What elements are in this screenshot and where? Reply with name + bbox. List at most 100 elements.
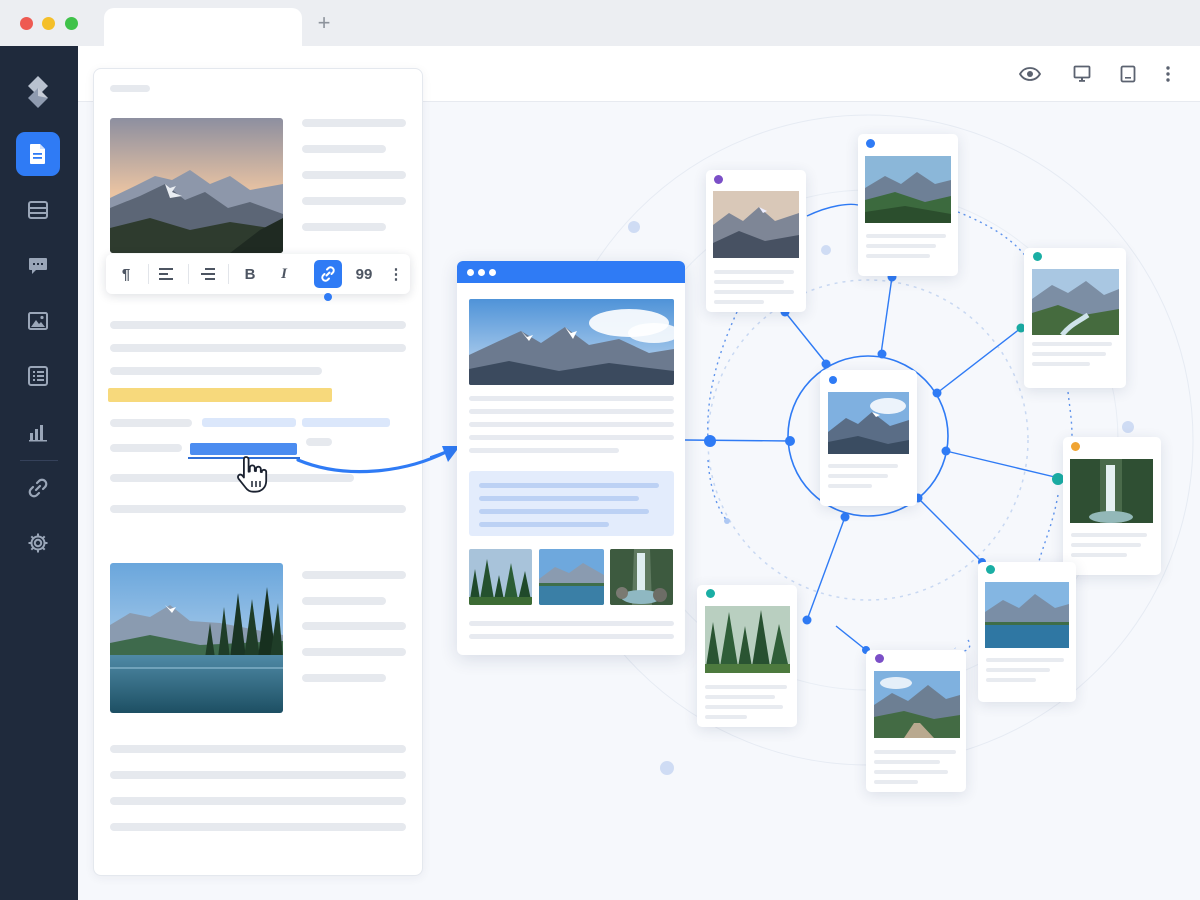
text-line [1071, 553, 1127, 557]
align-left-button[interactable] [152, 260, 180, 288]
text-line [705, 685, 787, 689]
text-line [110, 771, 406, 779]
node-card-center[interactable] [820, 370, 917, 506]
node-card[interactable] [697, 585, 797, 727]
preview-title-bar [457, 261, 685, 283]
italic-button[interactable]: I [270, 260, 298, 288]
format-toolbar: ¶ B I 99 ⋮ [106, 254, 410, 294]
tablet-view-button[interactable] [1114, 60, 1142, 88]
text-line [986, 658, 1064, 662]
new-tab-button[interactable]: + [313, 10, 335, 36]
node-card[interactable] [1024, 248, 1126, 388]
preview-quote-block [469, 471, 674, 536]
status-dot [986, 565, 995, 574]
window-dot [489, 269, 496, 276]
text-line [714, 300, 764, 304]
link-arrow [296, 446, 460, 474]
link-button[interactable] [314, 260, 342, 288]
text-line [866, 244, 936, 248]
text-line [1071, 533, 1147, 537]
text-line [705, 705, 783, 709]
document-icon [29, 143, 47, 165]
text-line [866, 234, 946, 238]
text-line [110, 367, 322, 375]
text-line [469, 621, 674, 626]
text-line [874, 760, 940, 764]
page-preview-card[interactable] [457, 261, 685, 655]
indent-button[interactable] [194, 260, 222, 288]
text-line [986, 668, 1050, 672]
status-dot [1071, 442, 1080, 451]
text-line [469, 422, 674, 427]
text-line [1032, 362, 1090, 366]
text-line [828, 474, 888, 478]
node-image [1032, 269, 1119, 335]
forest-thumbnail [469, 549, 532, 605]
eye-icon [1019, 67, 1041, 81]
text-line [302, 223, 386, 231]
quote-button[interactable]: 99 [350, 260, 378, 288]
text-line [1032, 352, 1106, 356]
more-vertical-icon [1166, 66, 1170, 82]
sidebar-item-layout[interactable] [16, 188, 60, 232]
sidebar-item-media[interactable] [16, 299, 60, 343]
text-line [1071, 543, 1141, 547]
text-line [302, 597, 386, 605]
comment-icon [28, 257, 48, 275]
more-options-button[interactable] [1154, 60, 1182, 88]
text-line [302, 622, 406, 630]
node-card[interactable] [858, 134, 958, 276]
desktop-view-button[interactable] [1068, 60, 1096, 88]
list-icon [28, 366, 48, 386]
indent-icon [201, 268, 215, 280]
layout-icon [28, 201, 48, 219]
linked-text[interactable] [202, 418, 296, 427]
node-card[interactable] [706, 170, 806, 312]
text-line [302, 674, 386, 682]
text-line [469, 448, 619, 453]
sidebar-item-settings[interactable] [16, 521, 60, 565]
text-line [714, 280, 784, 284]
text-line [302, 648, 406, 656]
minimize-window-button[interactable] [42, 17, 55, 30]
node-image [705, 606, 790, 673]
status-dot [714, 175, 723, 184]
status-dot [875, 654, 884, 663]
doc-header-placeholder [110, 85, 150, 92]
node-card[interactable] [978, 562, 1076, 702]
link-icon [319, 265, 337, 283]
more-format-button[interactable]: ⋮ [382, 260, 410, 288]
text-line [302, 145, 386, 153]
text-line [110, 344, 406, 352]
text-line [705, 715, 747, 719]
text-line [469, 435, 674, 440]
browser-tab[interactable] [104, 8, 302, 46]
quote-line [479, 496, 639, 501]
sidebar-item-comments[interactable] [16, 244, 60, 288]
node-card[interactable] [866, 650, 966, 792]
sidebar-item-list[interactable] [16, 354, 60, 398]
maximize-window-button[interactable] [65, 17, 78, 30]
node-image [1070, 459, 1153, 523]
preview-hero-image [469, 299, 674, 385]
highlighted-text[interactable] [108, 388, 332, 402]
text-line [302, 171, 406, 179]
preview-button[interactable] [1016, 60, 1044, 88]
text-line [866, 254, 930, 258]
node-image [985, 582, 1069, 648]
close-window-button[interactable] [20, 17, 33, 30]
node-image [713, 191, 799, 258]
text-line [828, 464, 898, 468]
bold-button[interactable]: B [236, 260, 264, 288]
text-line [1032, 342, 1112, 346]
sidebar-item-analytics[interactable] [16, 410, 60, 454]
sidebar-item-documents[interactable] [16, 132, 60, 176]
text-line [874, 750, 956, 754]
sidebar-item-links[interactable] [16, 466, 60, 510]
linked-text[interactable] [302, 418, 390, 427]
paragraph-button[interactable]: ¶ [112, 260, 140, 288]
mountain-sunset-image [110, 118, 283, 253]
text-line [302, 571, 406, 579]
text-line [705, 695, 775, 699]
node-card[interactable] [1063, 437, 1161, 575]
